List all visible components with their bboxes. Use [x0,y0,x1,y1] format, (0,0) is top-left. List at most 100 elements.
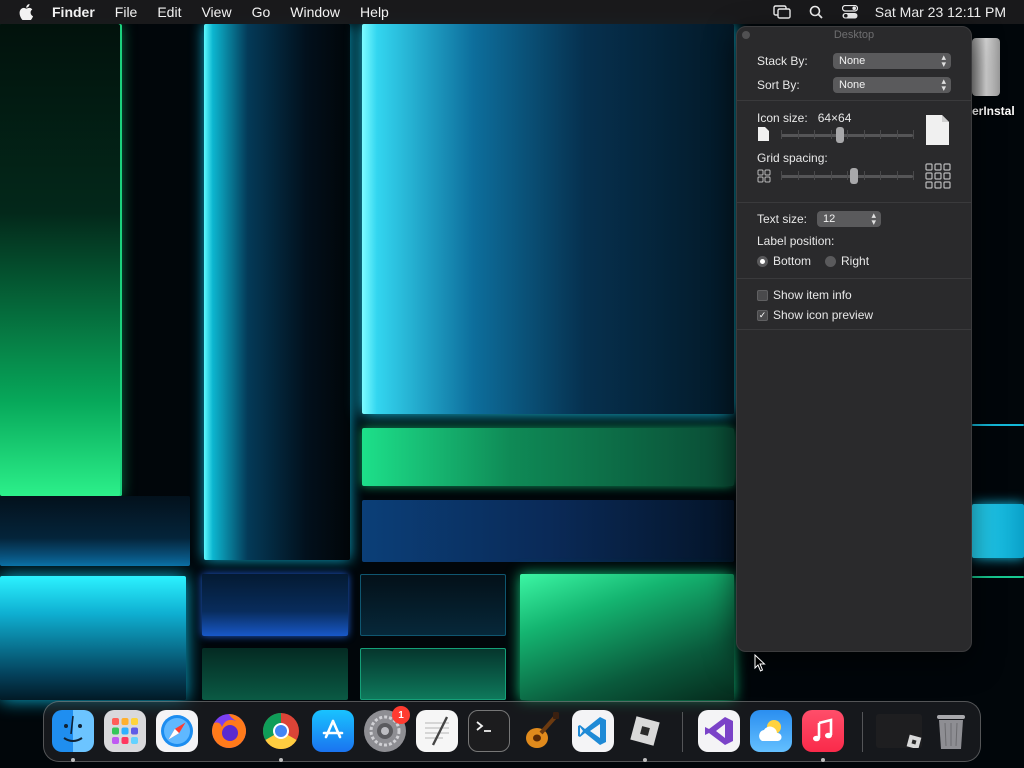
slider-tick [863,130,865,139]
wallpaper-shape [972,504,1024,558]
slider-tick [896,171,898,180]
slider-tick [863,171,865,180]
trash-icon[interactable] [930,710,972,752]
safari-icon[interactable] [156,710,198,752]
text-section: Text size: 12 ▴ ▾ Label position: Bottom … [737,203,971,279]
radio-bottom[interactable] [757,255,768,267]
grid-spacing-label: Grid spacing: [757,151,828,165]
menu-go[interactable]: Go [242,0,281,24]
label-position-label: Label position: [757,234,835,248]
running-indicator [279,758,283,762]
wallpaper-shape [520,574,734,700]
control-center-icon[interactable] [833,5,867,19]
garageband-icon[interactable] [520,710,562,752]
vscode-icon[interactable] [572,710,614,752]
wallpaper-shape [362,24,734,414]
dock-separator [682,712,683,752]
show-icon-preview-checkbox[interactable]: ✓ [757,309,768,321]
close-button[interactable] [742,31,750,39]
chevron-updown-icon: ▴ ▾ [871,210,877,227]
menu-view[interactable]: View [191,0,241,24]
slider-tick [814,130,815,139]
grid-spacing-slider[interactable] [757,163,951,189]
wallpaper-shape [362,500,734,562]
text-size-value: 12 [823,213,836,225]
radio-bottom-label[interactable]: Bottom [773,254,811,268]
show-item-info-label[interactable]: Show item info [773,288,852,302]
menu-edit[interactable]: Edit [147,0,191,24]
menu-window[interactable]: Window [280,0,350,24]
wallpaper-shape [0,576,186,700]
stack-by-label: Stack By: [757,54,808,68]
options-section: Show item info ✓ Show icon preview [737,279,971,330]
stack-by-value: None [839,55,866,67]
radio-right-label[interactable]: Right [841,254,869,268]
grid-large-icon [925,163,951,189]
wallpaper-shape [0,496,190,566]
roblox-window-icon[interactable] [876,714,922,748]
launchpad-icon[interactable] [104,710,146,752]
sort-by-select[interactable]: None ▴ ▾ [833,77,951,93]
slider-tick [913,171,914,180]
terminal-icon[interactable] [468,710,510,752]
apple-menu-icon[interactable] [8,4,44,20]
music-icon[interactable] [802,710,844,752]
menu-help[interactable]: Help [350,0,399,24]
roblox-icon[interactable] [624,710,666,752]
wallpaper-shape [362,428,734,486]
firefox-icon[interactable] [208,710,250,752]
slider-tick [814,171,815,180]
wallpaper-shape [204,24,350,560]
notification-badge: 1 [392,706,410,724]
wallpaper-shape [360,574,506,636]
slider-tick [896,130,898,139]
running-indicator [821,758,825,762]
textedit-icon[interactable] [416,710,458,752]
text-size-select[interactable]: 12 ▴ ▾ [817,210,882,227]
view-options-window: Desktop Stack By: None ▴ ▾ Sort By: None … [736,26,972,652]
desktop-item-label: erInstal [972,104,1015,118]
slider-knob[interactable] [849,168,858,184]
arrange-section: Stack By: None ▴ ▾ Sort By: None ▴ ▾ [737,43,971,101]
slider-tick [830,171,832,180]
finder-icon[interactable] [52,710,94,752]
slider-tick [781,130,782,139]
app-store-icon[interactable] [312,710,354,752]
radio-right[interactable] [825,255,837,267]
running-indicator [71,758,75,762]
menu-app-finder[interactable]: Finder [44,0,105,24]
sort-by-value: None [839,79,866,91]
stack-by-select[interactable]: None ▴ ▾ [833,53,951,69]
weather-icon[interactable] [750,710,792,752]
disk-image-icon [972,38,1000,96]
text-size-label: Text size: [757,212,808,226]
wallpaper-shape [202,574,348,636]
mouse-cursor-icon [754,653,766,677]
running-indicator [643,758,647,762]
slider-knob[interactable] [836,127,845,143]
chrome-icon[interactable] [260,710,302,752]
window-titlebar[interactable]: Desktop [737,27,971,43]
show-item-info-checkbox[interactable] [757,289,768,301]
spotlight-search-icon[interactable] [799,5,833,19]
icon-size-slider[interactable] [757,115,951,145]
menu-file[interactable]: File [105,0,148,24]
slider-tick [830,130,832,139]
icon-layout-section: Icon size: 64×64 Grid spacing: [737,101,971,203]
slider-tick [797,130,799,139]
slider-tick [847,171,848,180]
small-document-icon [758,127,769,141]
chevron-updown-icon: ▴ ▾ [941,76,946,93]
wallpaper-shape [972,576,1024,578]
wallpaper-shape [360,648,506,700]
menubar-clock[interactable]: Sat Mar 23 12:11 PM [867,4,1024,20]
visual-studio-icon[interactable] [698,710,740,752]
chevron-updown-icon: ▴ ▾ [941,52,946,69]
slider-tick [880,130,881,139]
slider-tick [797,171,799,180]
screen-mirroring-icon[interactable] [765,5,799,19]
show-icon-preview-label[interactable]: Show icon preview [773,308,873,322]
slider-tick [913,130,914,139]
wallpaper-shape [202,648,348,700]
sort-by-label: Sort By: [757,78,800,92]
